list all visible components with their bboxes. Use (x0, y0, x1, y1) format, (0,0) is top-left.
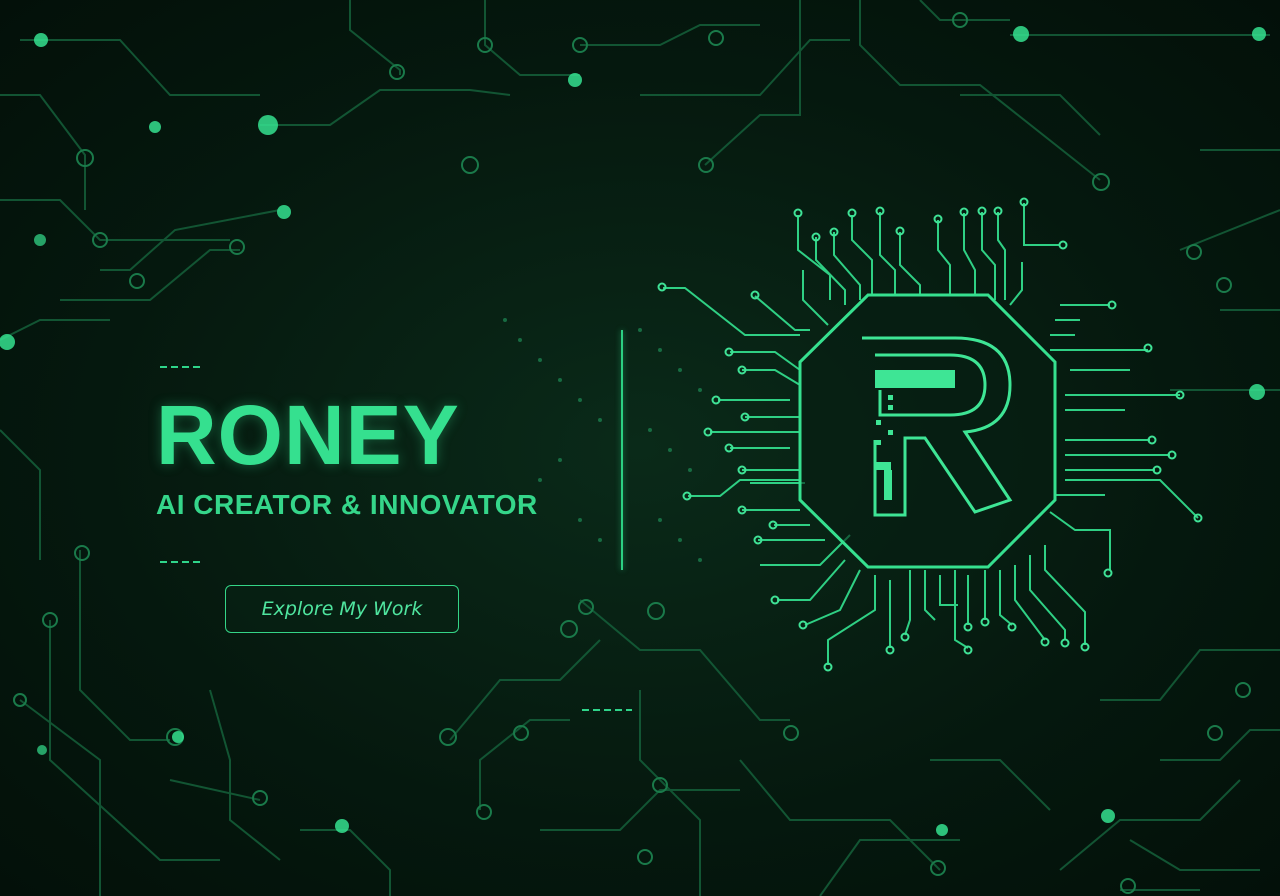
hero-title: RONEY (156, 388, 460, 482)
vertical-divider (621, 330, 623, 570)
explore-my-work-button[interactable]: Explore My Work (225, 585, 459, 633)
chip-r-logo-icon (657, 197, 1203, 672)
decorative-dash (160, 366, 200, 368)
hero-subtitle: AI CREATOR & INNOVATOR (156, 489, 538, 520)
decorative-dash (582, 709, 632, 711)
decorative-dash (160, 561, 200, 563)
